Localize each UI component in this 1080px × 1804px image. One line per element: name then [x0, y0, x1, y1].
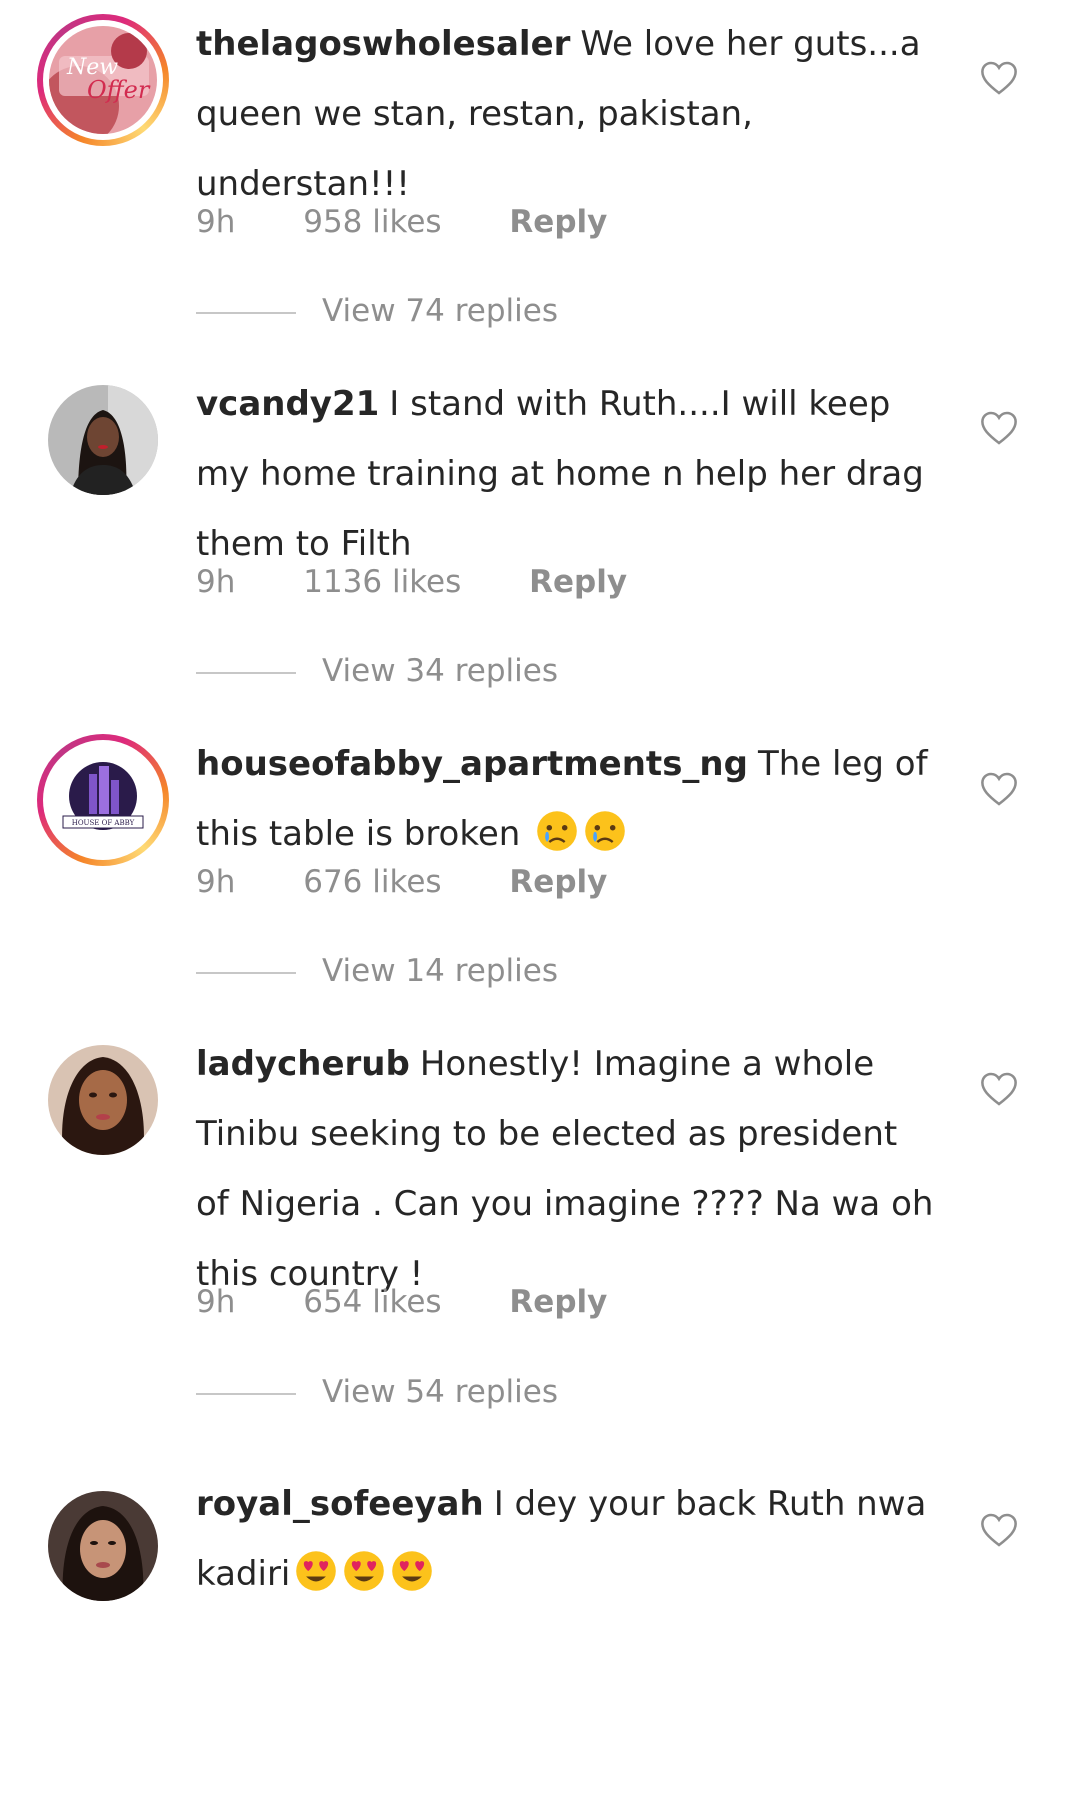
- replies-divider-line: [196, 1392, 296, 1395]
- heart-outline-icon[interactable]: [980, 60, 1018, 96]
- view-replies-label: View 34 replies: [322, 653, 558, 689]
- view-replies-button[interactable]: View 14 replies: [196, 951, 558, 991]
- comment-time: 9h: [196, 204, 236, 240]
- heart-eyes-emoji: [344, 1551, 385, 1591]
- avatar: New Offer: [49, 26, 157, 134]
- heart-outline-icon[interactable]: [980, 1071, 1018, 1107]
- reply-button[interactable]: Reply: [509, 202, 607, 242]
- avatar: HOUSE OF ABBY: [49, 746, 157, 854]
- heart-eyes-emoji: [392, 1551, 433, 1591]
- heart-outline-icon[interactable]: [980, 1512, 1018, 1548]
- comment-username[interactable]: vcandy21: [196, 384, 379, 424]
- comment-likes[interactable]: 1136 likes: [303, 562, 461, 602]
- avatar-wrapper[interactable]: [37, 374, 169, 506]
- comment-time: 9h: [196, 1284, 236, 1320]
- reply-button[interactable]: Reply: [529, 562, 627, 602]
- heart-outline-icon[interactable]: [980, 771, 1018, 807]
- view-replies-label: View 54 replies: [322, 1374, 558, 1410]
- view-replies-button[interactable]: View 74 replies: [196, 291, 558, 331]
- comment-meta: 9h 654 likes Reply: [196, 1282, 665, 1322]
- comment-meta: 9h 676 likes Reply: [196, 862, 665, 902]
- comment-username[interactable]: houseofabby_apartments_ng: [196, 744, 748, 784]
- avatar-logo-text: HOUSE OF ABBY: [72, 819, 135, 827]
- comment-text: vcandy21 I stand with Ruth....I will keep…: [196, 369, 936, 579]
- avatar: [48, 385, 158, 495]
- avatar-story-ring[interactable]: New Offer: [37, 14, 169, 146]
- avatar-story-ring[interactable]: HOUSE OF ABBY: [37, 734, 169, 866]
- comment-likes[interactable]: 958 likes: [303, 202, 441, 242]
- crying-face-emoji: [537, 811, 577, 851]
- heart-outline-icon[interactable]: [980, 410, 1018, 446]
- crying-face-emoji: [585, 811, 625, 851]
- comment-time: 9h: [196, 564, 236, 600]
- view-replies-label: View 14 replies: [322, 953, 558, 989]
- avatar: [48, 1491, 158, 1601]
- view-replies-button[interactable]: View 54 replies: [196, 1372, 558, 1412]
- avatar-wrapper[interactable]: [37, 1480, 169, 1612]
- comment-text: ladycherub Honestly! Imagine a whole Tini…: [196, 1029, 936, 1309]
- comment-username[interactable]: ladycherub: [196, 1044, 410, 1084]
- heart-eyes-emoji: [296, 1551, 337, 1591]
- replies-divider-line: [196, 671, 296, 674]
- comment-time: 9h: [196, 864, 236, 900]
- replies-divider-line: [196, 971, 296, 974]
- avatar: [48, 1045, 158, 1155]
- comment-text: royal_sofeeyah I dey your back Ruth nwa k…: [196, 1469, 936, 1609]
- reply-button[interactable]: Reply: [509, 1282, 607, 1322]
- replies-divider-line: [196, 311, 296, 314]
- comment-likes[interactable]: 654 likes: [303, 1282, 441, 1322]
- view-replies-button[interactable]: View 34 replies: [196, 651, 558, 691]
- reply-button[interactable]: Reply: [509, 862, 607, 902]
- comment-text: thelagoswholesaler We love her guts...a q…: [196, 9, 936, 219]
- comment-list: New Offer thelagoswholesaler We love her …: [0, 0, 1080, 1804]
- avatar-wrapper[interactable]: [37, 1034, 169, 1166]
- comment-username[interactable]: royal_sofeeyah: [196, 1484, 484, 1524]
- comment-meta: 9h 958 likes Reply: [196, 202, 665, 242]
- comment-meta: 9h 1136 likes Reply: [196, 562, 685, 602]
- comment-username[interactable]: thelagoswholesaler: [196, 24, 570, 64]
- view-replies-label: View 74 replies: [322, 293, 558, 329]
- comment-likes[interactable]: 676 likes: [303, 862, 441, 902]
- svg-text:Offer: Offer: [87, 76, 151, 104]
- comment-text: houseofabby_apartments_ng The leg of this…: [196, 729, 936, 869]
